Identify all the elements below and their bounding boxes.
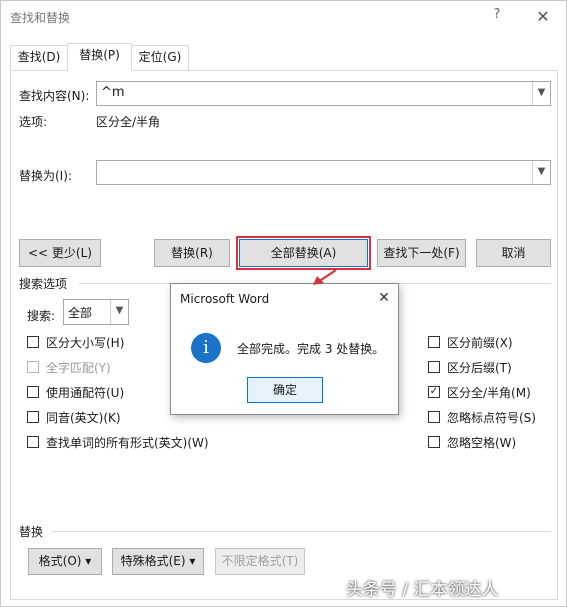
- search-options-title: 搜索选项: [19, 277, 68, 291]
- checkbox-box[interactable]: [428, 336, 440, 348]
- no-formatting-button[interactable]: 不限定格式(T): [215, 548, 305, 575]
- checkbox-box[interactable]: [27, 336, 39, 348]
- chevron-down-icon[interactable]: ▼: [532, 82, 550, 105]
- checkbox-label: 区分大小写(H): [46, 336, 125, 350]
- checkbox-box[interactable]: [428, 361, 440, 373]
- find-what-label: 查找内容(N):: [19, 89, 90, 103]
- search-direction-value: 全部: [68, 306, 93, 320]
- checkbox-box[interactable]: [27, 411, 39, 423]
- chevron-down-icon[interactable]: ▼: [110, 300, 128, 324]
- checkbox-label: 查找单词的所有形式(英文)(W): [46, 436, 209, 450]
- replace-with-label: 替换为(I):: [19, 169, 72, 183]
- replace-with-input[interactable]: ▼: [96, 160, 551, 185]
- checkmark-icon[interactable]: ✓: [428, 386, 440, 398]
- options-value: 区分全/半角: [96, 115, 161, 129]
- checkbox-label: 使用通配符(U): [46, 386, 125, 400]
- checkbox-label: 忽略标点符号(S): [447, 411, 536, 425]
- completion-message-box: Microsoft Word ✕ i 全部完成。完成 3 处替换。 确定: [170, 283, 399, 415]
- checkbox-box[interactable]: [428, 436, 440, 448]
- replace-section-title: 替换: [19, 525, 44, 539]
- cancel-button[interactable]: 取消: [476, 239, 551, 267]
- checkbox-label: 忽略空格(W): [447, 436, 517, 450]
- search-direction-select[interactable]: 全部 ▼: [63, 299, 129, 325]
- find-what-input[interactable]: ^m ▼: [96, 81, 551, 106]
- window-title: 查找和替换: [10, 11, 71, 25]
- close-icon[interactable]: ✕: [531, 5, 555, 29]
- help-icon[interactable]: ?: [488, 7, 506, 27]
- checkbox-box[interactable]: [27, 361, 39, 373]
- replace-all-button[interactable]: 全部替换(A): [236, 236, 371, 270]
- tab-find[interactable]: 查找(D): [10, 45, 68, 70]
- message-box-title: Microsoft Word: [180, 292, 270, 306]
- checkbox-label: 同音(英文)(K): [46, 411, 121, 425]
- replace-button[interactable]: 替换(R): [154, 239, 230, 267]
- checkbox-box[interactable]: [27, 436, 39, 448]
- less-button[interactable]: << 更少(L): [19, 239, 101, 267]
- watermark: 头条号 / 汇本领达人: [346, 580, 499, 600]
- checkbox-label: 全字匹配(Y): [46, 361, 111, 375]
- info-icon: i: [191, 333, 221, 363]
- tab-goto[interactable]: 定位(G): [131, 45, 189, 70]
- checkbox-box[interactable]: [27, 386, 39, 398]
- checkbox-label: 区分全/半角(M): [447, 386, 531, 400]
- find-next-button[interactable]: 查找下一处(F): [377, 239, 466, 267]
- search-direction-label: 搜索:: [27, 309, 56, 323]
- message-box-body: i 全部完成。完成 3 处替换。 确定: [171, 314, 398, 414]
- options-label: 选项:: [19, 115, 48, 129]
- ok-button[interactable]: 确定: [247, 377, 323, 403]
- title-bar[interactable]: 查找和替换 ? ✕: [1, 1, 566, 33]
- close-icon[interactable]: ✕: [375, 289, 393, 307]
- format-button[interactable]: 格式(O) ▾: [28, 548, 102, 575]
- find-what-value: ^m: [101, 85, 125, 100]
- special-button[interactable]: 特殊格式(E) ▾: [112, 548, 204, 575]
- checkbox-box[interactable]: [428, 411, 440, 423]
- checkbox-label: 区分后缀(T): [447, 361, 512, 375]
- message-text: 全部完成。完成 3 处替换。: [237, 342, 385, 356]
- replace-section-divider: [51, 531, 551, 532]
- checkbox-label: 区分前缀(X): [447, 336, 513, 350]
- tab-replace[interactable]: 替换(P): [67, 43, 132, 71]
- chevron-down-icon[interactable]: ▼: [532, 161, 550, 184]
- pointer-arrow-icon: [313, 269, 337, 285]
